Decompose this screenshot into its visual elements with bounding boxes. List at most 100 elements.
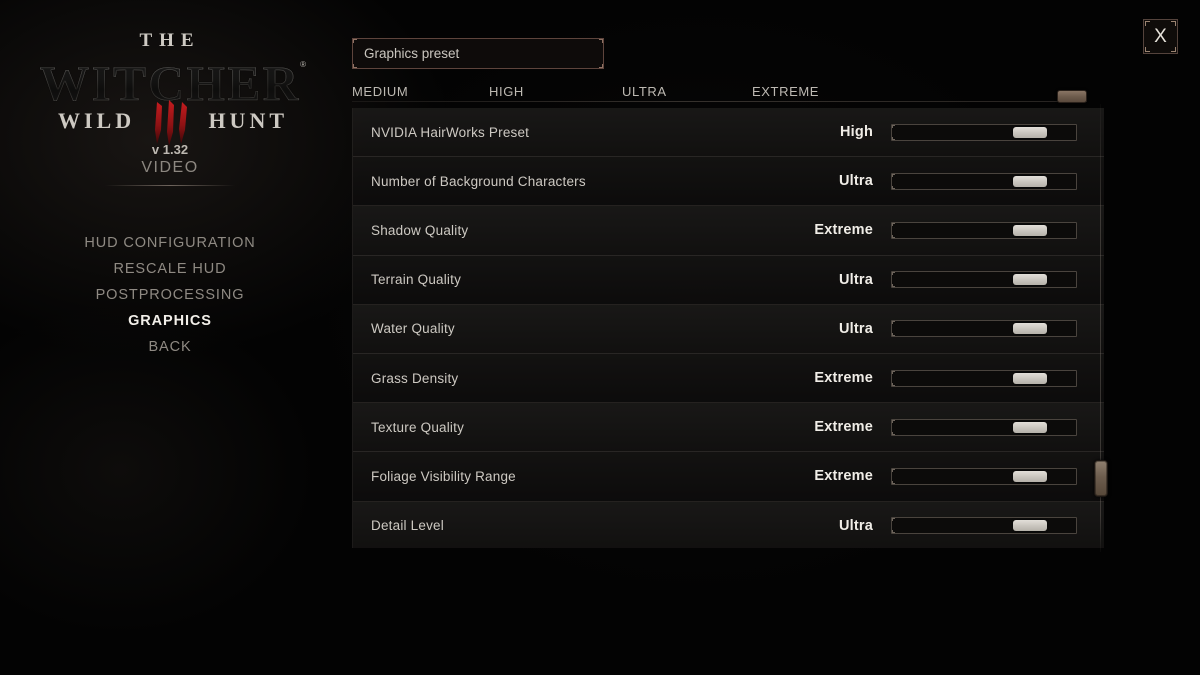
setting-name: Grass Density	[371, 370, 459, 386]
setting-name: Shadow Quality	[371, 222, 469, 238]
corner-accent	[892, 124, 895, 128]
setting-value: Ultra	[838, 517, 873, 534]
preset-tick-extreme[interactable]: EXTREME	[752, 84, 819, 99]
setting-value: High	[839, 124, 873, 141]
sidebar-item-back[interactable]: BACK	[0, 334, 340, 360]
logo-witcher-wrap: WITCHER ®	[0, 54, 340, 111]
setting-slider[interactable]	[891, 517, 1077, 535]
sidebar-item-postprocessing[interactable]: POSTPROCESSING	[0, 282, 340, 308]
sidebar-menu: HUD CONFIGURATION RESCALE HUD POSTPROCESSI…	[0, 230, 340, 360]
setting-value: Extreme	[814, 222, 873, 239]
setting-name: NVIDIA HairWorks Preset	[371, 124, 530, 140]
settings-panel: Graphics preset MEDIUM HIGH ULTRA EXTREME N…	[352, 36, 1104, 548]
corner-accent	[1171, 47, 1176, 52]
table-row[interactable]: Terrain Quality Ultra	[353, 255, 1104, 305]
table-row[interactable]: Shadow Quality Extreme	[353, 206, 1104, 256]
table-row[interactable]: Number of Background Characters Ultra	[353, 157, 1104, 207]
corner-accent	[353, 64, 357, 68]
setting-slider[interactable]	[891, 467, 1077, 485]
corner-accent	[892, 468, 895, 472]
slider-thumb[interactable]	[1013, 224, 1047, 236]
witcher-claw-icon	[155, 100, 187, 146]
graphics-preset-label: Graphics preset	[364, 46, 460, 61]
corner-accent	[892, 222, 895, 226]
logo-the-text: THE	[139, 30, 201, 51]
setting-slider[interactable]	[891, 369, 1077, 387]
slider-thumb[interactable]	[1013, 520, 1047, 532]
corner-accent	[892, 284, 895, 288]
slider-thumb[interactable]	[1013, 421, 1047, 433]
scrollbar-thumb[interactable]	[1094, 460, 1108, 497]
slider-thumb[interactable]	[1013, 323, 1047, 335]
corner-accent	[353, 39, 357, 43]
preset-track-line	[352, 101, 1087, 102]
setting-value: Extreme	[814, 419, 873, 436]
setting-slider[interactable]	[891, 418, 1077, 436]
game-logo: THE WITCHER ® WILD HUNT v 1.32 VIDEO	[0, 30, 340, 186]
registered-mark-icon: ®	[300, 60, 306, 69]
game-options-screen: X THE WITCHER ® WILD HUNT v 1.32 VIDEO H…	[0, 0, 1200, 675]
setting-name: Terrain Quality	[371, 272, 462, 288]
table-row[interactable]: Water Quality Ultra	[353, 304, 1104, 354]
setting-name: Detail Level	[371, 518, 444, 534]
setting-value: Extreme	[814, 370, 873, 387]
slider-thumb[interactable]	[1013, 372, 1047, 384]
setting-name: Number of Background Characters	[371, 173, 586, 189]
logo-hunt-text: HUNT	[208, 108, 288, 133]
slider-thumb[interactable]	[1013, 126, 1047, 138]
corner-accent	[892, 321, 895, 325]
corner-accent	[892, 518, 895, 522]
section-title: VIDEO	[141, 159, 199, 176]
setting-slider[interactable]	[891, 271, 1077, 289]
corner-accent	[892, 333, 895, 337]
slider-thumb[interactable]	[1013, 175, 1047, 187]
sidebar-item-hud-configuration[interactable]: HUD CONFIGURATION	[0, 230, 340, 256]
setting-name: Texture Quality	[371, 419, 465, 435]
corner-accent	[892, 185, 895, 189]
corner-accent	[599, 39, 603, 43]
preset-slider-thumb[interactable]	[1057, 90, 1087, 103]
corner-accent	[892, 419, 895, 423]
setting-slider[interactable]	[891, 172, 1077, 190]
corner-accent	[892, 173, 895, 177]
table-row[interactable]: Detail Level Ultra	[353, 501, 1104, 548]
preset-tick-medium[interactable]: MEDIUM	[352, 84, 408, 99]
setting-value: Extreme	[814, 468, 873, 485]
corner-accent	[892, 431, 895, 435]
logo-subtitle: WILD HUNT	[0, 100, 340, 146]
table-row[interactable]: Grass Density Extreme	[353, 353, 1104, 404]
setting-slider[interactable]	[891, 123, 1077, 141]
sidebar-item-graphics[interactable]: GRAPHICS	[0, 308, 340, 334]
setting-value: Ultra	[838, 173, 873, 190]
corner-accent	[892, 370, 895, 374]
divider	[105, 185, 235, 186]
sidebar-item-rescale-hud[interactable]: RESCALE HUD	[0, 256, 340, 282]
table-row[interactable]: Texture Quality Extreme	[353, 403, 1104, 453]
setting-name: Foliage Visibility Range	[371, 468, 516, 484]
corner-accent	[892, 480, 895, 484]
preset-tick-ultra[interactable]: ULTRA	[622, 84, 667, 99]
sidebar: THE WITCHER ® WILD HUNT v 1.32 VIDEO HUD…	[0, 0, 340, 675]
setting-slider[interactable]	[891, 320, 1077, 338]
table-row[interactable]: NVIDIA HairWorks Preset High	[353, 108, 1104, 158]
settings-list: NVIDIA HairWorks Preset High Number of Bac…	[352, 108, 1104, 548]
logo-wild-text: WILD	[58, 108, 136, 133]
table-row[interactable]: Foliage Visibility Range Extreme	[353, 452, 1104, 502]
graphics-preset-selector[interactable]: Graphics preset	[352, 38, 604, 69]
corner-accent	[892, 530, 895, 534]
corner-accent	[892, 272, 895, 276]
preset-tick-high[interactable]: HIGH	[489, 84, 524, 99]
corner-accent	[1145, 47, 1150, 52]
slider-thumb[interactable]	[1013, 274, 1047, 286]
corner-accent	[892, 136, 895, 140]
corner-accent	[599, 64, 603, 68]
slider-thumb[interactable]	[1013, 470, 1047, 482]
close-icon: X	[1154, 26, 1167, 47]
setting-name: Water Quality	[371, 321, 455, 337]
close-button[interactable]: X	[1143, 19, 1178, 54]
graphics-preset-slider[interactable]: MEDIUM HIGH ULTRA EXTREME	[352, 78, 1104, 104]
corner-accent	[1145, 21, 1150, 26]
corner-accent	[892, 382, 895, 386]
corner-accent	[1171, 21, 1176, 26]
setting-slider[interactable]	[891, 221, 1077, 239]
